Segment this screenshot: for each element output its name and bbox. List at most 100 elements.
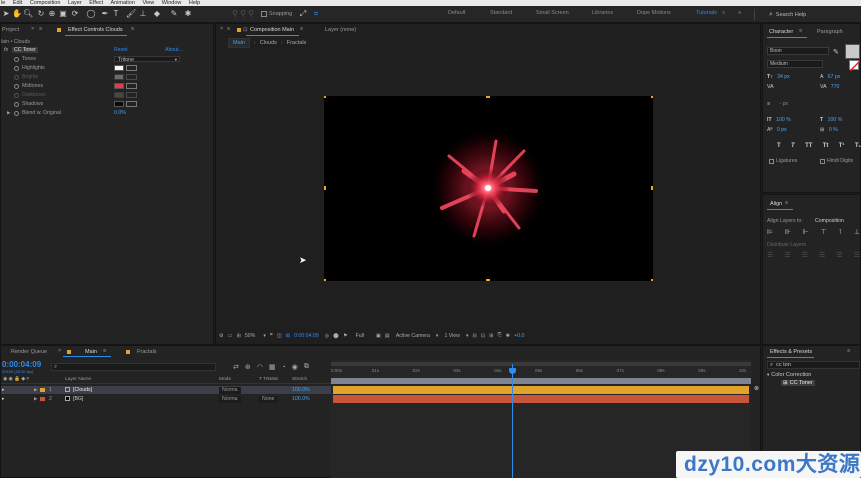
eyedropper-icon[interactable] <box>126 92 137 98</box>
workspace-menu-icon[interactable]: ≡ <box>722 10 725 16</box>
transform-handle[interactable] <box>324 279 326 281</box>
layer-name[interactable]: [Clouds] <box>73 386 92 394</box>
3d-view-icon[interactable]: ▤ <box>385 333 390 339</box>
stopwatch-icon[interactable] <box>14 92 19 98</box>
close-tab-icon[interactable]: × <box>220 26 223 32</box>
eraser-tool-icon[interactable]: ◆ <box>152 9 162 19</box>
composition-mini-flowchart-icon[interactable]: ⇄ <box>233 363 239 371</box>
superscript-button[interactable]: T¹ <box>839 143 845 149</box>
expand-arrow-icon[interactable]: ▶ <box>7 109 10 117</box>
leading-value[interactable]: 67 px <box>828 74 841 80</box>
tab-effects-presets[interactable]: Effects & Presets <box>770 349 812 355</box>
zoom-dropdown[interactable]: 50% <box>245 333 255 339</box>
distribute-top-icon[interactable]: ☰ <box>767 251 773 259</box>
lock-icon[interactable] <box>57 27 63 33</box>
timeline-icon[interactable]: ⊞ <box>489 333 493 339</box>
toggle-mask-icon[interactable]: ⊞ <box>237 333 241 339</box>
tsume-value[interactable]: 0 % <box>829 127 838 133</box>
title-safe-icon[interactable]: ⌗ <box>270 332 273 339</box>
type-tool-icon[interactable]: T <box>111 9 121 19</box>
always-preview-icon[interactable]: ⚙ <box>219 333 224 339</box>
effects-search-field[interactable]: ⌕ cc ton <box>767 361 860 369</box>
monitor-icon[interactable]: ▭ <box>228 333 233 339</box>
fast-previews-icon[interactable]: ⊡ <box>481 333 485 339</box>
effects-item-cc-toner[interactable]: ⊞ CC Toner <box>781 380 815 386</box>
layer-trkmat-dropdown[interactable]: None <box>259 395 278 403</box>
subscript-button[interactable]: T₁ <box>855 143 861 149</box>
ligatures-checkbox[interactable] <box>769 158 774 164</box>
eyedropper-icon[interactable] <box>126 83 137 89</box>
tab-menu-icon[interactable]: ≡ <box>799 28 802 34</box>
align-top-icon[interactable]: ⊤ <box>821 228 827 236</box>
motion-blur-icon[interactable]: ◔ <box>281 364 285 371</box>
workspace-dope-motions[interactable]: Dope Motions <box>637 10 671 16</box>
twirl-icon[interactable]: ▶ <box>34 395 37 403</box>
brush-tool-icon[interactable]: 🖌︎ <box>126 9 136 19</box>
darktones-color-swatch[interactable] <box>114 92 124 98</box>
comp-button-icon[interactable]: ⊗ <box>754 385 759 392</box>
flowchart-icon[interactable]: ⎘ <box>498 332 502 339</box>
expand-arrow-icon[interactable]: ▸ <box>2 386 5 394</box>
col-trkmat[interactable]: T TrkMat <box>259 376 278 384</box>
roto-brush-tool-icon[interactable]: ✎ <box>169 9 179 19</box>
align-bottom-icon[interactable]: ⊥ <box>854 228 860 236</box>
horizontal-scale-value[interactable]: 100 % <box>828 117 843 123</box>
all-caps-button[interactable]: TT <box>805 143 812 149</box>
twirl-icon[interactable]: ▶ <box>34 386 37 394</box>
col-layer-name[interactable]: Layer Name <box>65 376 91 384</box>
reset-link[interactable]: Reset <box>114 46 128 54</box>
tab-menu-icon[interactable]: ≡ <box>227 26 230 32</box>
draft-3d-icon[interactable]: ⊛ <box>245 363 251 371</box>
orbit-camera-icon[interactable]: ↻ <box>36 9 46 19</box>
workspace-standard[interactable]: Standard <box>490 10 512 16</box>
layer-row[interactable]: ▸ ▶ 1 [Clouds] Norma 100.0% <box>1 386 331 394</box>
transform-handle[interactable] <box>486 96 490 98</box>
expand-arrow-icon[interactable]: ▾ <box>767 372 769 378</box>
crumb-clouds[interactable]: Clouds <box>260 40 277 46</box>
tab-fractals[interactable]: Fractals <box>137 349 157 355</box>
tab-composition-main[interactable]: Composition Main <box>250 27 294 33</box>
workspace-libraries[interactable]: Libraries <box>592 10 613 16</box>
layer-stretch[interactable]: 100.0% <box>292 386 310 394</box>
col-mode[interactable]: Mode <box>219 376 231 384</box>
tones-dropdown[interactable]: Tritone ▾ <box>114 56 180 63</box>
shy-icon[interactable]: ◠ <box>257 363 263 371</box>
rotation-tool-icon[interactable]: ⟳ <box>70 9 80 19</box>
ligatures-option[interactable]: Ligatures <box>769 158 797 164</box>
transform-handle[interactable] <box>486 279 490 281</box>
tab-character[interactable]: Character <box>769 29 793 35</box>
graph-editor-toggle-icon[interactable]: ⧉ <box>304 363 309 371</box>
resolution-dropdown[interactable]: Full <box>356 333 364 339</box>
stopwatch-icon[interactable] <box>14 83 19 89</box>
region-of-interest-icon[interactable]: ◫ <box>277 333 282 339</box>
fx-icon[interactable]: fx <box>4 46 8 54</box>
font-size-value[interactable]: 34 px <box>777 74 790 80</box>
track-camera-icon[interactable]: ▣ <box>58 9 68 19</box>
eyedropper-icon[interactable]: ✎ <box>833 48 839 56</box>
timeline-timecode[interactable]: 0:00:04:09 <box>2 360 41 369</box>
tab-menu-icon[interactable]: ≡ <box>103 348 106 354</box>
faux-italic-button[interactable]: T <box>791 143 795 149</box>
snapshot-icon[interactable]: ◎ <box>325 333 330 339</box>
align-right-icon[interactable]: ⊩ <box>803 228 809 236</box>
camera-dropdown[interactable]: Active Camera <box>396 333 430 339</box>
reset-exposure-icon[interactable]: ✺ <box>506 333 510 339</box>
about-link[interactable]: About... <box>165 46 183 54</box>
view-layout-dropdown[interactable]: 1 View <box>444 333 459 339</box>
tab-project[interactable]: Project <box>2 27 19 33</box>
zoom-tool-icon[interactable]: 🔍︎ <box>23 9 33 19</box>
snapping-checkbox[interactable] <box>261 11 267 17</box>
baseline-shift-value[interactable]: 0 px <box>777 127 787 133</box>
expand-arrow-icon[interactable]: ▸ <box>2 395 5 403</box>
transform-handle[interactable] <box>324 96 326 98</box>
crumb-main[interactable]: Main <box>228 38 250 48</box>
tab-align[interactable]: Align <box>770 201 782 207</box>
exposure-value[interactable]: +0.0 <box>514 333 524 339</box>
transparency-grid-icon[interactable]: ⊠ <box>286 333 290 339</box>
layer-duration-bar[interactable] <box>333 395 749 403</box>
distribute-hcenter-icon[interactable]: ☰ <box>836 251 842 259</box>
layer-mode-dropdown[interactable]: Norma <box>219 395 241 403</box>
unified-camera-icon[interactable]: ⊕ <box>47 9 57 19</box>
workspace-default[interactable]: Default <box>448 10 465 16</box>
fill-color-swatch[interactable] <box>845 44 860 59</box>
